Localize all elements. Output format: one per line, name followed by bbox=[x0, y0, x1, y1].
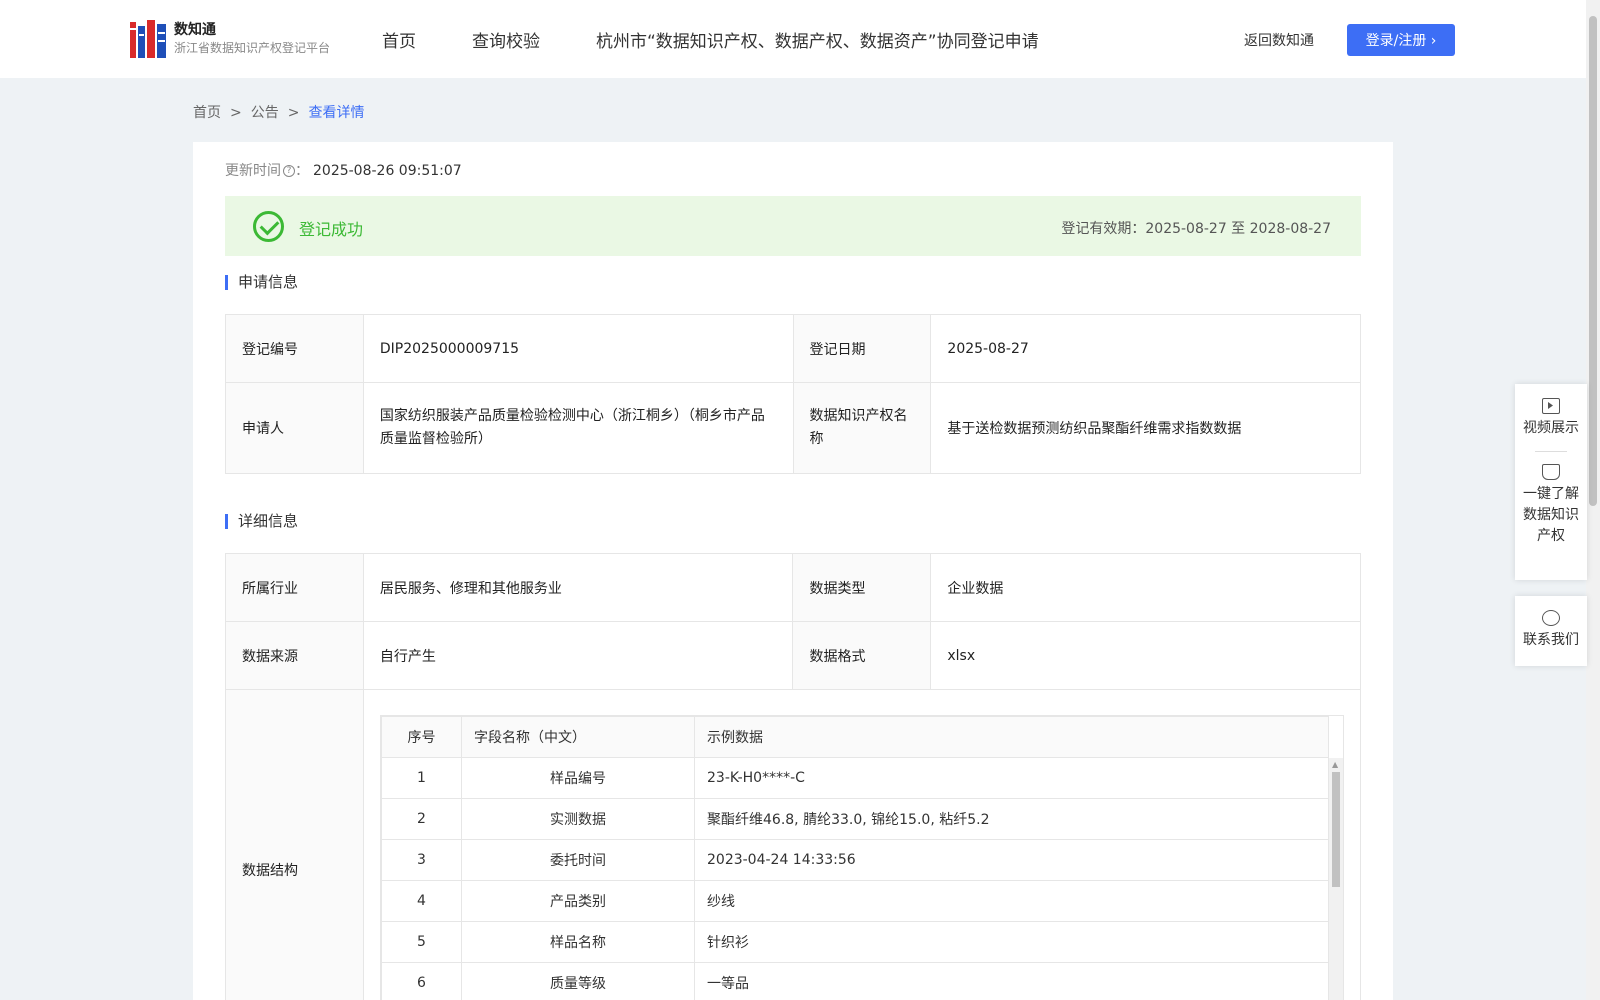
col-header-index: 序号 bbox=[381, 716, 462, 758]
update-colon: ： bbox=[295, 163, 309, 179]
breadcrumb-sep: > bbox=[230, 105, 242, 121]
login-register-button[interactable]: 登录/注册 › bbox=[1347, 24, 1455, 56]
top-header: 数知通 浙江省数据知识产权登记平台 首页 查询校验 杭州市“数据知识产权、数据产… bbox=[0, 0, 1586, 78]
scroll-up-icon[interactable]: ▲ bbox=[1332, 760, 1338, 769]
industry-value: 居民服务、修理和其他服务业 bbox=[362, 553, 794, 622]
row-sample: 聚酯纤维46.8, 腈纶33.0, 锦纶15.0, 粘纤5.2 bbox=[694, 798, 1329, 840]
table-row: 1 样品编号 23-K-H0****-C bbox=[381, 757, 1329, 799]
phone-icon bbox=[1542, 610, 1560, 626]
float-panel-top: 视频展示 一键了解 数据知识 产权 bbox=[1515, 384, 1587, 580]
row-sample: 纱线 bbox=[694, 880, 1329, 922]
nav-hangzhou-registration[interactable]: 杭州市“数据知识产权、数据产权、数据资产”协同登记申请 bbox=[596, 27, 1039, 52]
learn-label-2: 数据知识 bbox=[1523, 507, 1579, 523]
float-panel-bottom: 联系我们 bbox=[1515, 596, 1587, 666]
data-source-label: 数据来源 bbox=[225, 621, 364, 690]
row-sample: 23-K-H0****-C bbox=[694, 757, 1329, 799]
reg-date-label: 登记日期 bbox=[792, 314, 932, 383]
row-sample: 2023-04-24 14:33:56 bbox=[694, 839, 1329, 881]
row-field-name: 实测数据 bbox=[461, 798, 695, 840]
reg-date-value: 2025-08-27 bbox=[930, 314, 1361, 383]
status-banner: 登记成功 登记有效期：2025-08-27 至 2028-08-27 bbox=[225, 196, 1361, 256]
breadcrumb-sep: > bbox=[287, 105, 300, 121]
row-field-name: 样品编号 bbox=[461, 757, 695, 799]
structure-table: 序号 字段名称（中文） 示例数据 1 样品编号 23-K-H0****-C 2 … bbox=[381, 716, 1329, 1000]
help-icon[interactable]: ? bbox=[283, 165, 295, 177]
breadcrumb: 首页 > 公告 > 查看详情 bbox=[193, 102, 364, 122]
row-sample: 针织衫 bbox=[694, 921, 1329, 963]
row-index: 2 bbox=[381, 798, 462, 840]
ip-name-label: 数据知识产权名称 bbox=[792, 382, 932, 474]
row-field-name: 质量等级 bbox=[461, 962, 695, 1000]
data-structure-label: 数据结构 bbox=[225, 689, 364, 1000]
logo[interactable]: 数知通 浙江省数据知识产权登记平台 bbox=[130, 20, 330, 58]
book-icon bbox=[1542, 464, 1560, 480]
industry-label: 所属行业 bbox=[225, 553, 364, 622]
logo-subtitle: 浙江省数据知识产权登记平台 bbox=[174, 41, 331, 55]
row-index: 4 bbox=[381, 880, 462, 922]
table-row: 2 实测数据 聚酯纤维46.8, 腈纶33.0, 锦纶15.0, 粘纤5.2 bbox=[381, 798, 1329, 840]
table-row: 6 质量等级 一等品 bbox=[381, 962, 1329, 1000]
applicant-label: 申请人 bbox=[225, 382, 364, 474]
logo-icon bbox=[130, 20, 166, 58]
structure-scroll-thumb[interactable] bbox=[1332, 772, 1340, 887]
reg-no-value: DIP2025000009715 bbox=[362, 314, 794, 383]
structure-table-container[interactable]: 序号 字段名称（中文） 示例数据 1 样品编号 23-K-H0****-C 2 … bbox=[380, 715, 1344, 1000]
breadcrumb-notice[interactable]: 公告 bbox=[251, 105, 279, 121]
validity-period: 登记有效期：2025-08-27 至 2028-08-27 bbox=[1061, 221, 1331, 237]
row-field-name: 样品名称 bbox=[461, 921, 695, 963]
table-row: 4 产品类别 纱线 bbox=[381, 880, 1329, 922]
video-icon bbox=[1542, 398, 1560, 414]
page-scrollbar[interactable] bbox=[1586, 0, 1600, 1000]
divider bbox=[1535, 451, 1567, 452]
table-row: 3 委托时间 2023-04-24 14:33:56 bbox=[381, 839, 1329, 881]
breadcrumb-current: 查看详情 bbox=[308, 105, 365, 121]
learn-ip-button[interactable]: 一键了解 数据知识 产权 bbox=[1515, 464, 1587, 547]
structure-scrollbar[interactable]: ▲ bbox=[1329, 758, 1343, 1000]
update-time-value: 2025-08-26 09:51:07 bbox=[313, 163, 462, 179]
logo-title: 数知通 bbox=[174, 22, 216, 38]
main-nav: 首页 查询校验 杭州市“数据知识产权、数据产权、数据资产”协同登记申请 bbox=[382, 0, 1095, 78]
update-time-label: 更新时间 bbox=[225, 163, 281, 179]
col-header-field-name: 字段名称（中文） bbox=[461, 716, 695, 758]
col-header-sample: 示例数据 bbox=[694, 716, 1329, 758]
section-title-application: 申请信息 bbox=[225, 275, 298, 290]
video-showcase-button[interactable]: 视频展示 bbox=[1515, 398, 1587, 439]
row-field-name: 产品类别 bbox=[461, 880, 695, 922]
row-field-name: 委托时间 bbox=[461, 839, 695, 881]
status-text: 登记成功 bbox=[299, 220, 364, 239]
learn-label-1: 一键了解 bbox=[1523, 486, 1579, 502]
breadcrumb-home[interactable]: 首页 bbox=[193, 105, 221, 121]
row-index: 3 bbox=[381, 839, 462, 881]
contact-label: 联系我们 bbox=[1523, 632, 1579, 648]
check-circle-icon bbox=[253, 211, 284, 242]
row-index: 6 bbox=[381, 962, 462, 1000]
applicant-value: 国家纺织服装产品质量检验检测中心（浙江桐乡）（桐乡市产品质量监督检验所） bbox=[362, 382, 794, 474]
row-index: 5 bbox=[381, 921, 462, 963]
video-label: 视频展示 bbox=[1523, 420, 1579, 436]
table-row: 5 样品名称 针织衫 bbox=[381, 921, 1329, 963]
data-type-value: 企业数据 bbox=[930, 553, 1361, 622]
section-title-detail: 详细信息 bbox=[225, 514, 298, 529]
reg-no-label: 登记编号 bbox=[225, 314, 364, 383]
row-index: 1 bbox=[381, 757, 462, 799]
contact-us-button[interactable]: 联系我们 bbox=[1515, 610, 1587, 651]
data-type-label: 数据类型 bbox=[792, 553, 932, 622]
ip-name-value: 基于送检数据预测纺织品聚酯纤维需求指数数据 bbox=[930, 382, 1361, 474]
application-table: 登记编号 DIP2025000009715 登记日期 2025-08-27 申请… bbox=[225, 314, 1361, 474]
row-sample: 一等品 bbox=[694, 962, 1329, 1000]
update-time-row: 更新时间?： 2025-08-26 09:51:07 bbox=[225, 160, 462, 180]
data-format-value: xlsx bbox=[930, 621, 1361, 690]
nav-home[interactable]: 首页 bbox=[382, 27, 416, 52]
data-source-value: 自行产生 bbox=[362, 621, 794, 690]
data-format-label: 数据格式 bbox=[792, 621, 932, 690]
learn-label-3: 产权 bbox=[1537, 528, 1565, 544]
back-link[interactable]: 返回数知通 bbox=[1244, 30, 1314, 50]
nav-query-verify[interactable]: 查询校验 bbox=[472, 27, 540, 52]
page-scroll-thumb[interactable] bbox=[1589, 16, 1597, 506]
